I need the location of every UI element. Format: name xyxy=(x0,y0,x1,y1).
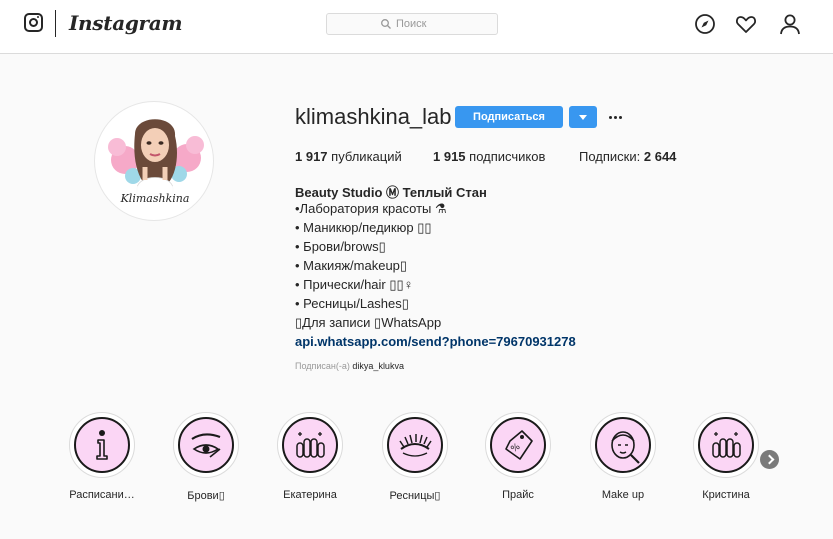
highlight-label: Ресницы▯ xyxy=(389,490,441,502)
highlight-ring xyxy=(69,412,135,478)
bio-line: ▯Для записи ▯WhatsApp xyxy=(295,315,442,330)
highlight-cover xyxy=(282,417,338,473)
more-options-button[interactable] xyxy=(606,108,626,126)
followers-label: подписчиков xyxy=(469,149,546,164)
followed-by-text: Подписан(-а) dikya_klukva xyxy=(295,361,404,371)
explore-compass-icon[interactable] xyxy=(693,12,717,36)
instagram-wordmark[interactable]: Instagram xyxy=(69,11,183,35)
highlight-ring xyxy=(173,412,239,478)
eyebrow-icon xyxy=(191,433,221,458)
highlight-label: Екатерина xyxy=(283,489,337,501)
highlight-ring xyxy=(693,412,759,478)
highlight-label: Брови▯ xyxy=(187,490,225,502)
face-makeup-icon xyxy=(611,431,640,464)
activity-heart-icon[interactable] xyxy=(734,12,758,36)
highlight-ring xyxy=(277,412,343,478)
dot-icon xyxy=(614,116,617,119)
highlight-cover xyxy=(595,417,651,473)
followers-stat[interactable]: 1 915 подписчиков xyxy=(433,149,545,164)
profile-person-icon[interactable] xyxy=(778,12,802,36)
followed-by-user-link[interactable]: dikya_klukva xyxy=(352,361,404,371)
highlight-label: Прайс xyxy=(502,489,534,501)
highlight-label: Расписани… xyxy=(69,489,135,501)
highlight-cover xyxy=(698,417,754,473)
posts-stat: 1 917 публикаций xyxy=(295,149,402,164)
search-icon xyxy=(381,19,391,29)
highlight-cover: % xyxy=(490,417,546,473)
brand-divider xyxy=(55,10,56,37)
following-stat[interactable]: Подписки: 2 644 xyxy=(579,149,676,164)
bio-full-name: Beauty Studio Ⓜ Теплый Стан xyxy=(295,185,487,200)
highlights-next-arrow-icon[interactable] xyxy=(760,450,779,469)
dot-icon xyxy=(609,116,612,119)
followed-by-label: Подписан(-а) xyxy=(295,361,350,371)
highlight-ring: % xyxy=(485,412,551,478)
top-navigation-bar: Instagram xyxy=(0,0,833,54)
highlight-cover xyxy=(178,417,234,473)
followers-count: 1 915 xyxy=(433,149,466,164)
bio-line: • Макияж/makeup▯ xyxy=(295,258,408,273)
posts-count: 1 917 xyxy=(295,149,328,164)
avatar-signature-text: Klimashkina xyxy=(120,192,190,205)
nails-icon xyxy=(712,432,741,458)
bio-line: • Брови/brows▯ xyxy=(295,239,386,254)
following-label: Подписки: xyxy=(579,149,641,164)
profile-avatar[interactable]: Klimashkina xyxy=(94,101,214,221)
profile-username: klimashkina_lab xyxy=(295,104,452,129)
bio-line: •Лаборатория красоты ⚗ xyxy=(295,201,447,216)
search-box[interactable] xyxy=(326,13,498,35)
nails-icon xyxy=(296,432,325,458)
highlight-ring xyxy=(590,412,656,478)
bio-line: • Ресницы/Lashes▯ xyxy=(295,296,409,311)
instagram-glyph-icon[interactable] xyxy=(24,13,43,32)
following-count: 2 644 xyxy=(643,149,677,164)
bio-website-link[interactable]: api.whatsapp.com/send?phone=79670931278 xyxy=(295,334,576,349)
posts-label: публикаций xyxy=(331,149,402,164)
highlight-label: Make up xyxy=(601,489,645,501)
follow-button[interactable]: Подписаться xyxy=(455,106,563,128)
price-tag-icon: % xyxy=(505,430,533,460)
eyelashes-icon xyxy=(399,434,432,457)
info-icon xyxy=(96,430,108,460)
highlight-cover xyxy=(74,417,130,473)
dot-icon xyxy=(619,116,622,119)
suggestions-dropdown-button[interactable] xyxy=(569,106,597,128)
avatar-illustration: Klimashkina xyxy=(108,119,204,205)
search-input[interactable] xyxy=(396,18,444,30)
bio-line: • Маникюр/педикюр ▯▯ xyxy=(295,220,432,235)
bio-line: • Прически/hair ▯▯♀ xyxy=(295,277,414,292)
highlight-ring xyxy=(382,412,448,478)
highlight-label: Кристина xyxy=(702,489,750,501)
highlight-cover xyxy=(387,417,443,473)
